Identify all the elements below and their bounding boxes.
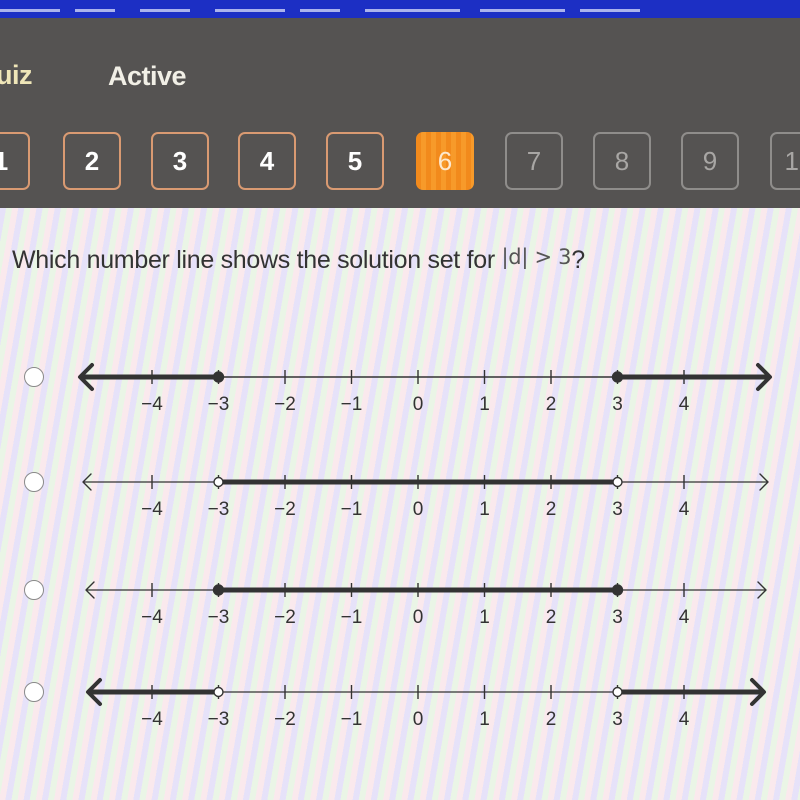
tick-label: −2 [274,709,296,730]
tick-label: −4 [141,499,163,520]
number-line: −4 −3 −2 −1 0 1 2 3 4 [78,363,772,415]
question-button-label: 4 [259,145,275,176]
tick-label: −4 [141,394,163,415]
quiz-status: Active [108,61,187,91]
tick-label: 0 [413,607,424,628]
tick-label: −1 [341,709,363,730]
strip-text-fragment [215,9,285,12]
tick-label: 3 [612,394,623,415]
tick-label: 2 [546,499,557,520]
tick-label: −4 [141,709,163,730]
tick-label: −1 [341,499,363,520]
answer-option-1[interactable]: −4 −3 −2 −1 0 1 2 3 4 [0,342,800,415]
tick-label: 3 [612,709,623,730]
strip-text-fragment [300,9,340,12]
tick-label: −4 [141,607,163,628]
closed-endpoint [611,584,624,596]
number-line: −4 −3 −2 −1 0 1 2 3 4 [85,581,767,628]
question-button-1[interactable]: 1 [0,132,30,190]
tick-label: −3 [208,499,230,520]
question-button-6[interactable]: 6 [416,132,474,190]
tick-label: −3 [208,607,230,628]
tick-label: 1 [479,607,490,628]
answer-option-3[interactable]: −4 −3 −2 −1 0 1 2 3 4 [0,555,800,628]
tick-label: 4 [679,607,690,628]
strip-text-fragment [75,9,115,12]
tick-label: 0 [413,394,424,415]
strip-text-fragment [140,9,190,12]
open-endpoint [612,686,623,698]
question-panel: Which number line shows the solution set… [0,208,800,800]
number-line: −4 −3 −2 −1 0 1 2 3 4 [86,678,766,730]
closed-endpoint [611,371,624,383]
strip-text-fragment [480,9,565,12]
open-endpoint [213,476,224,488]
question-button-label: 10 [784,145,800,176]
question-button-label: 2 [84,145,100,176]
question-button-label: 6 [437,145,453,176]
tick-label: 1 [479,394,490,415]
question-expression: |d| > 3 [501,245,572,269]
quiz-header: uiz Active 1 2 3 4 5 6 7 8 9 10 [0,18,800,208]
tick-label: 3 [612,499,623,520]
closed-endpoint [212,584,225,596]
open-endpoint [213,686,224,698]
tick-label: −2 [274,499,296,520]
question-button-10[interactable]: 10 [770,132,800,190]
question-button-label: 5 [347,145,363,176]
closed-endpoint [212,371,225,383]
question-button-5[interactable]: 5 [326,132,384,190]
question-button-8[interactable]: 8 [593,132,651,190]
question-button-label: 9 [702,145,718,176]
question-button-label: 3 [172,145,188,176]
strip-text-fragment [0,9,60,12]
open-endpoint [612,476,623,488]
tick-label: 1 [479,709,490,730]
tick-label: 0 [413,499,424,520]
number-line: −4 −3 −2 −1 0 1 2 3 4 [82,473,769,520]
tick-label: 4 [679,709,690,730]
tick-label: 1 [479,499,490,520]
quiz-title: uiz [0,60,33,90]
question-button-label: 8 [614,145,630,176]
tick-label: 3 [612,607,623,628]
answer-option-4[interactable]: −4 −3 −2 −1 0 1 2 3 4 [0,657,800,730]
question-button-2[interactable]: 2 [63,132,121,190]
tick-label: 0 [413,709,424,730]
tick-label: −2 [274,394,296,415]
question-button-label: 1 [0,145,9,176]
question-suffix: ? [571,246,585,274]
question-prompt: Which number line shows the solution set… [12,245,585,275]
question-button-9[interactable]: 9 [681,132,739,190]
tick-label: 2 [546,709,557,730]
question-button-3[interactable]: 3 [151,132,209,190]
tick-label: 4 [679,394,690,415]
tick-label: 2 [546,394,557,415]
tick-label: −1 [341,607,363,628]
answer-option-2[interactable]: −4 −3 −2 −1 0 1 2 3 4 [0,447,800,520]
question-text: Which number line shows the solution set… [12,246,502,274]
question-button-label: 7 [526,145,542,176]
question-button-4[interactable]: 4 [238,132,296,190]
tick-label: −2 [274,607,296,628]
tick-label: −3 [208,709,230,730]
tick-label: −3 [208,394,230,415]
tick-label: −1 [341,394,363,415]
tick-label: 2 [546,607,557,628]
strip-text-fragment [580,9,640,12]
tick-label: 4 [679,499,690,520]
strip-text-fragment [365,9,460,12]
question-button-7[interactable]: 7 [505,132,563,190]
browser-top-strip [0,0,800,20]
